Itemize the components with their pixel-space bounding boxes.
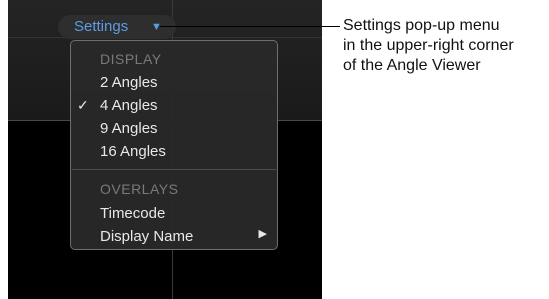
settings-popup-menu: DISPLAY 2 Angles ✓ 4 Angles 9 Angles 16 … xyxy=(70,40,278,250)
menu-item-timecode[interactable]: Timecode xyxy=(100,205,165,222)
callout-line-1: Settings pop-up menu xyxy=(343,17,500,34)
checkmark-icon: ✓ xyxy=(77,97,89,113)
angle-viewer: Settings ▼ DISPLAY 2 Angles ✓ 4 Angles 9… xyxy=(8,0,322,299)
menu-item-4-angles[interactable]: 4 Angles xyxy=(100,97,158,114)
settings-button-label: Settings xyxy=(74,18,129,35)
chevron-down-icon: ▼ xyxy=(151,21,162,33)
menu-item-display-name[interactable]: Display Name xyxy=(100,228,193,245)
menu-item-9-angles[interactable]: 9 Angles xyxy=(100,120,158,137)
menu-item-2-angles[interactable]: 2 Angles xyxy=(100,74,158,91)
menu-separator xyxy=(72,169,276,170)
submenu-arrow-icon: ▶ xyxy=(258,228,267,240)
menu-item-16-angles[interactable]: 16 Angles xyxy=(100,143,166,160)
callout-line-3: of the Angle Viewer xyxy=(343,57,481,74)
menu-section-header-overlays: OVERLAYS xyxy=(100,181,179,197)
callout-leader-line xyxy=(160,26,340,27)
settings-popup-button[interactable]: Settings ▼ xyxy=(58,15,176,39)
menu-section-header-display: DISPLAY xyxy=(100,51,162,67)
callout-line-2: in the upper-right corner xyxy=(343,37,514,54)
callout-annotation: Settings pop-up menu in the upper-right … xyxy=(343,16,549,76)
